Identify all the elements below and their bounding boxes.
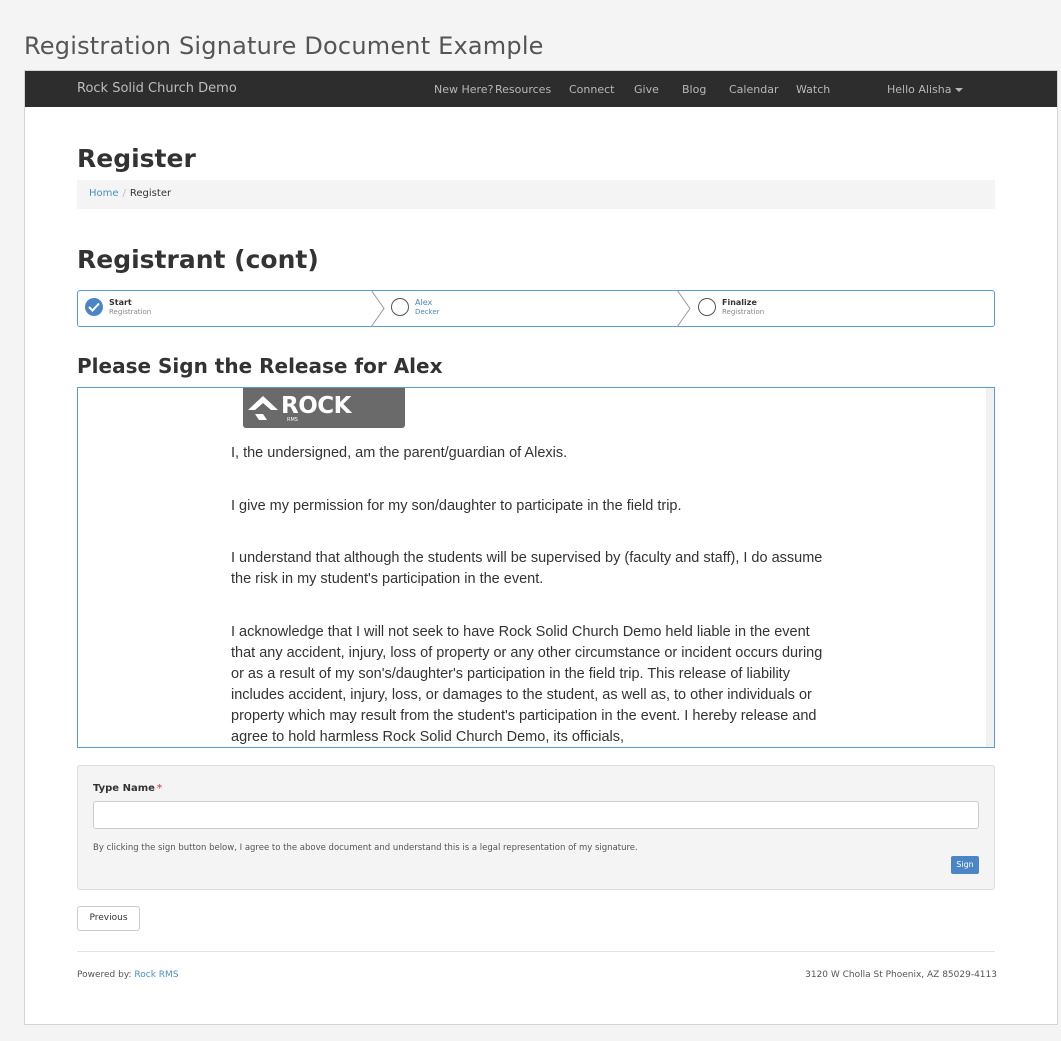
nav-link-calendar[interactable]: Calendar — [729, 83, 778, 96]
user-menu[interactable]: Hello Alisha — [887, 83, 964, 96]
type-name-input[interactable] — [93, 801, 979, 829]
nav-link-blog[interactable]: Blog — [682, 83, 706, 96]
browser-frame: Rock Solid Church Demo New Here? Resourc… — [24, 70, 1058, 1025]
step-subtitle: Registration — [109, 308, 152, 316]
step-subtitle: Decker — [415, 308, 440, 316]
required-marker: * — [156, 783, 163, 794]
register-heading: Register — [77, 144, 196, 173]
site-brand[interactable]: Rock Solid Church Demo — [77, 81, 237, 96]
step-title: Alex — [415, 298, 433, 307]
signature-panel: Type Name * By clicking the sign button b… — [77, 765, 995, 890]
sign-button[interactable]: Sign — [951, 856, 979, 874]
nav-link-resources[interactable]: Resources — [495, 83, 551, 96]
step-complete-icon — [85, 298, 103, 316]
rock-logo: ROCK RMS — [243, 388, 405, 428]
breadcrumb-home-link[interactable]: Home — [89, 188, 119, 199]
document-paragraph: I, the undersigned, am the parent/guardi… — [231, 445, 568, 461]
step-start: Start Registration — [85, 291, 365, 326]
nav-link-connect[interactable]: Connect — [569, 83, 614, 96]
step-divider-icon — [676, 290, 691, 327]
step-title: Finalize — [722, 298, 757, 307]
document-paragraph: I understand that although the students … — [231, 550, 823, 587]
step-pending-icon — [698, 298, 716, 316]
footer-powered-by: Powered by: Rock RMS — [77, 970, 179, 980]
step-subtitle: Registration — [722, 308, 765, 316]
signature-document-viewer[interactable]: ROCK RMS I, the undersigned, am the pare… — [77, 387, 995, 748]
powered-by-label: Powered by: — [77, 970, 132, 980]
sign-heading: Please Sign the Release for Alex — [77, 354, 443, 378]
document-scrollbar[interactable] — [986, 388, 994, 747]
nav-link-give[interactable]: Give — [634, 83, 659, 96]
document-paragraph: I give my permission for my son/daughter… — [231, 498, 682, 514]
footer-address: 3120 W Cholla St Phoenix, AZ 85029-4113 — [805, 970, 997, 980]
nav-link-new-here[interactable]: New Here? — [434, 83, 493, 96]
rock-logo-icon — [248, 396, 278, 420]
breadcrumb-separator: / — [122, 188, 126, 199]
nav-link-watch[interactable]: Watch — [796, 83, 830, 96]
step-pending-icon — [391, 298, 409, 316]
registrant-heading: Registrant (cont) — [77, 245, 319, 274]
previous-button[interactable]: Previous — [77, 906, 140, 931]
breadcrumb: Home / Register — [77, 180, 995, 209]
step-registrant: Alex Decker — [391, 291, 671, 326]
legal-notice: By clicking the sign button below, I agr… — [93, 843, 638, 853]
top-navbar: Rock Solid Church Demo New Here? Resourc… — [25, 71, 1057, 107]
step-divider-icon — [370, 290, 385, 327]
rock-rms-link[interactable]: Rock RMS — [134, 970, 178, 980]
step-finalize: Finalize Registration — [698, 291, 978, 326]
chevron-down-icon — [955, 88, 964, 92]
logo-subtext: RMS — [287, 417, 298, 423]
page-title: Registration Signature Document Example — [24, 32, 544, 60]
step-title: Start — [109, 298, 132, 307]
breadcrumb-current: Register — [129, 188, 172, 199]
footer-divider — [77, 951, 995, 952]
type-name-label: Type Name * — [93, 783, 162, 794]
logo-wordmark: ROCK — [281, 393, 351, 419]
type-name-label-text: Type Name — [93, 783, 155, 794]
user-greeting: Hello Alisha — [887, 83, 952, 96]
registration-progress: Start Registration Alex Decker Finalize … — [77, 290, 995, 327]
document-paragraph: I acknowledge that I will not seek to ha… — [231, 624, 823, 745]
